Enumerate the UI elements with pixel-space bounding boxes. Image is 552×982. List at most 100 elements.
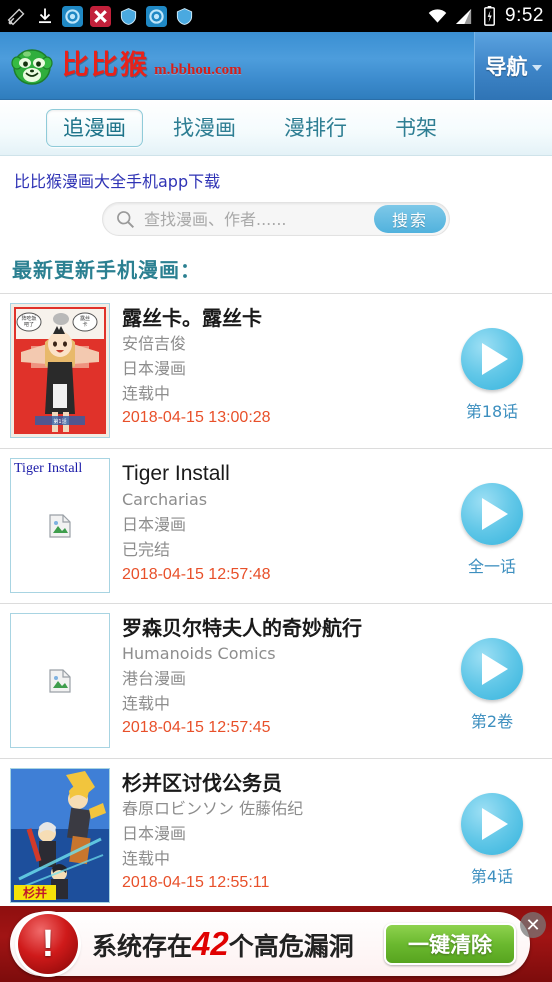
comic-category: 日本漫画: [122, 515, 187, 535]
broken-image-icon: [49, 513, 71, 538]
ad-message-before: 系统存在: [92, 932, 193, 961]
search-row: 搜索: [0, 198, 552, 248]
ad-vulnerability-count: 42: [192, 925, 229, 962]
cover-art-4: 杉并: [11, 769, 109, 902]
shield-icon: [118, 6, 139, 27]
brand-name: 比比猴: [62, 50, 149, 81]
comic-list: 阵吃饭 吧了 露丝 卡 第1話 露丝卡。露丝卡 安倍吉俊 日本漫画 连载中 20…: [0, 293, 552, 914]
comic-status: 已完结: [122, 539, 171, 559]
comic-thumbnail[interactable]: Tiger Install: [10, 458, 110, 593]
svg-text:杉并: 杉并: [23, 885, 47, 900]
comic-play-column[interactable]: 第18话: [442, 303, 542, 439]
comic-chapter-label[interactable]: 全一话: [468, 553, 516, 577]
broken-image-icon: [49, 668, 71, 693]
comic-category: 日本漫画: [122, 358, 187, 378]
svg-text:第1話: 第1話: [53, 418, 66, 425]
comic-chapter-label[interactable]: 第4话: [471, 863, 513, 887]
search-icon: [115, 209, 135, 229]
list-item[interactable]: 罗森贝尔特夫人的奇妙航行 Humanoids Comics 港台漫画 连载中 2…: [0, 604, 552, 759]
comic-status: 连载中: [122, 693, 171, 713]
list-item[interactable]: 杉并 杉并区讨伐公务员 春原ロビンソン 佐藤佑纪 日本漫画 连载中 2018-0…: [0, 759, 552, 914]
svg-text:卡: 卡: [82, 321, 87, 328]
warning-exclamation-glyph: !: [41, 923, 55, 965]
comic-meta: 杉并区讨伐公务员 春原ロビンソン 佐藤佑纪 日本漫画 连载中 2018-04-1…: [110, 768, 442, 904]
play-icon[interactable]: [461, 638, 523, 700]
comic-status: 连载中: [122, 848, 171, 868]
comic-play-column[interactable]: 全一话: [442, 458, 542, 594]
comic-status: 连载中: [122, 383, 171, 403]
comic-title[interactable]: Tiger Install: [122, 460, 442, 488]
chevron-down-icon: [531, 65, 542, 71]
svg-text:露丝: 露丝: [80, 315, 90, 322]
svg-text:吧了: 吧了: [24, 321, 34, 328]
x-badge-icon: [90, 5, 111, 27]
comic-play-column[interactable]: 第2卷: [442, 613, 542, 749]
close-icon[interactable]: ✕: [520, 912, 546, 938]
comic-thumbnail[interactable]: 杉并: [10, 768, 110, 903]
app-download-link[interactable]: 比比猴漫画大全手机app下载: [0, 156, 552, 198]
cover-art-1: 阵吃饭 吧了 露丝 卡 第1話: [11, 304, 109, 437]
comic-thumbnail[interactable]: [10, 613, 110, 748]
thumbnail-alt-text: Tiger Install: [14, 461, 83, 476]
comic-thumbnail[interactable]: 阵吃饭 吧了 露丝 卡 第1話: [10, 303, 110, 438]
status-bar: 9:52: [0, 0, 552, 32]
brand-text: 比比猴 m.bbhou.com: [62, 52, 242, 79]
status-bar-clock: 9:52: [505, 5, 544, 26]
site-header: 比比猴 m.bbhou.com 导航: [0, 32, 552, 100]
tab-bookshelf[interactable]: 书架: [371, 110, 461, 146]
comic-meta: 罗森贝尔特夫人的奇妙航行 Humanoids Comics 港台漫画 连载中 2…: [110, 613, 442, 749]
ad-message: 系统存在42个高危漏洞: [78, 925, 384, 963]
status-bar-notification-icons: [6, 5, 427, 27]
main-tab-bar: 追漫画 找漫画 漫排行 书架: [0, 100, 552, 156]
comic-update-date: 2018-04-15 12:57:48: [122, 565, 271, 583]
app-screen: 9:52 比比猴 m.bbhou.com 导航 追漫画 找漫画 漫排行 书架 比…: [0, 0, 552, 982]
monkey-logo-icon: [10, 45, 54, 87]
ad-message-after: 个高危漏洞: [228, 932, 354, 961]
play-icon[interactable]: [461, 328, 523, 390]
comic-meta: 露丝卡。露丝卡 安倍吉俊 日本漫画 连载中 2018-04-15 13:00:2…: [110, 303, 442, 439]
nav-menu-label: 导航: [485, 55, 528, 79]
comic-author: 春原ロビンソン 佐藤佑纪: [122, 799, 304, 818]
comic-category: 港台漫画: [122, 668, 187, 688]
comic-update-date: 2018-04-15 13:00:28: [122, 409, 271, 427]
section-title: 最新更新手机漫画：: [12, 258, 201, 282]
battery-charging-icon: [479, 6, 500, 27]
list-item[interactable]: Tiger Install Tiger Install Carcharias 日…: [0, 449, 552, 604]
search-button[interactable]: 搜索: [374, 205, 446, 233]
comic-update-date: 2018-04-15 12:57:45: [122, 719, 271, 737]
comic-title[interactable]: 露丝卡。露丝卡: [122, 305, 442, 332]
tab-find-comics[interactable]: 找漫画: [149, 110, 260, 146]
comic-meta: Tiger Install Carcharias 日本漫画 已完结 2018-0…: [110, 458, 442, 594]
cell-signal-icon: [453, 6, 474, 27]
comic-title[interactable]: 罗森贝尔特夫人的奇妙航行: [122, 615, 442, 642]
status-bar-system-icons: 9:52: [427, 5, 544, 27]
nav-menu-button[interactable]: 导航: [474, 32, 552, 100]
comic-update-date: 2018-04-15 12:55:11: [122, 874, 270, 892]
play-icon[interactable]: [461, 483, 523, 545]
comic-play-column[interactable]: 第4话: [442, 768, 542, 904]
comic-chapter-label[interactable]: 第2卷: [471, 708, 513, 732]
tab-ranking[interactable]: 漫排行: [260, 110, 371, 146]
comic-category: 日本漫画: [122, 823, 187, 843]
play-icon[interactable]: [461, 793, 523, 855]
site-logo[interactable]: 比比猴 m.bbhou.com: [10, 45, 242, 87]
ad-banner-content[interactable]: ! 系统存在42个高危漏洞 一键清除: [10, 912, 530, 976]
ad-banner[interactable]: ! 系统存在42个高危漏洞 一键清除 ✕: [0, 906, 552, 982]
tab-follow-comics[interactable]: 追漫画: [46, 108, 143, 147]
sync-circle-icon: [146, 5, 167, 27]
comic-author: 安倍吉俊: [122, 334, 187, 353]
comic-title[interactable]: 杉并区讨伐公务员: [122, 770, 442, 797]
comic-author: Carcharias: [122, 490, 208, 510]
tool-slash-icon: [6, 6, 27, 27]
shield-icon: [174, 6, 195, 27]
search-input[interactable]: [135, 209, 374, 229]
warning-exclamation-icon: !: [18, 914, 78, 974]
comic-chapter-label[interactable]: 第18话: [466, 398, 518, 422]
sync-circle-icon: [62, 5, 83, 27]
svg-text:阵吃饭: 阵吃饭: [21, 315, 36, 322]
comic-author: Humanoids Comics: [122, 644, 276, 663]
brand-url: m.bbhou.com: [154, 62, 242, 78]
search-box[interactable]: 搜索: [102, 202, 450, 236]
ad-clean-button[interactable]: 一键清除: [384, 923, 516, 965]
list-item[interactable]: 阵吃饭 吧了 露丝 卡 第1話 露丝卡。露丝卡 安倍吉俊 日本漫画 连载中 20…: [0, 294, 552, 449]
